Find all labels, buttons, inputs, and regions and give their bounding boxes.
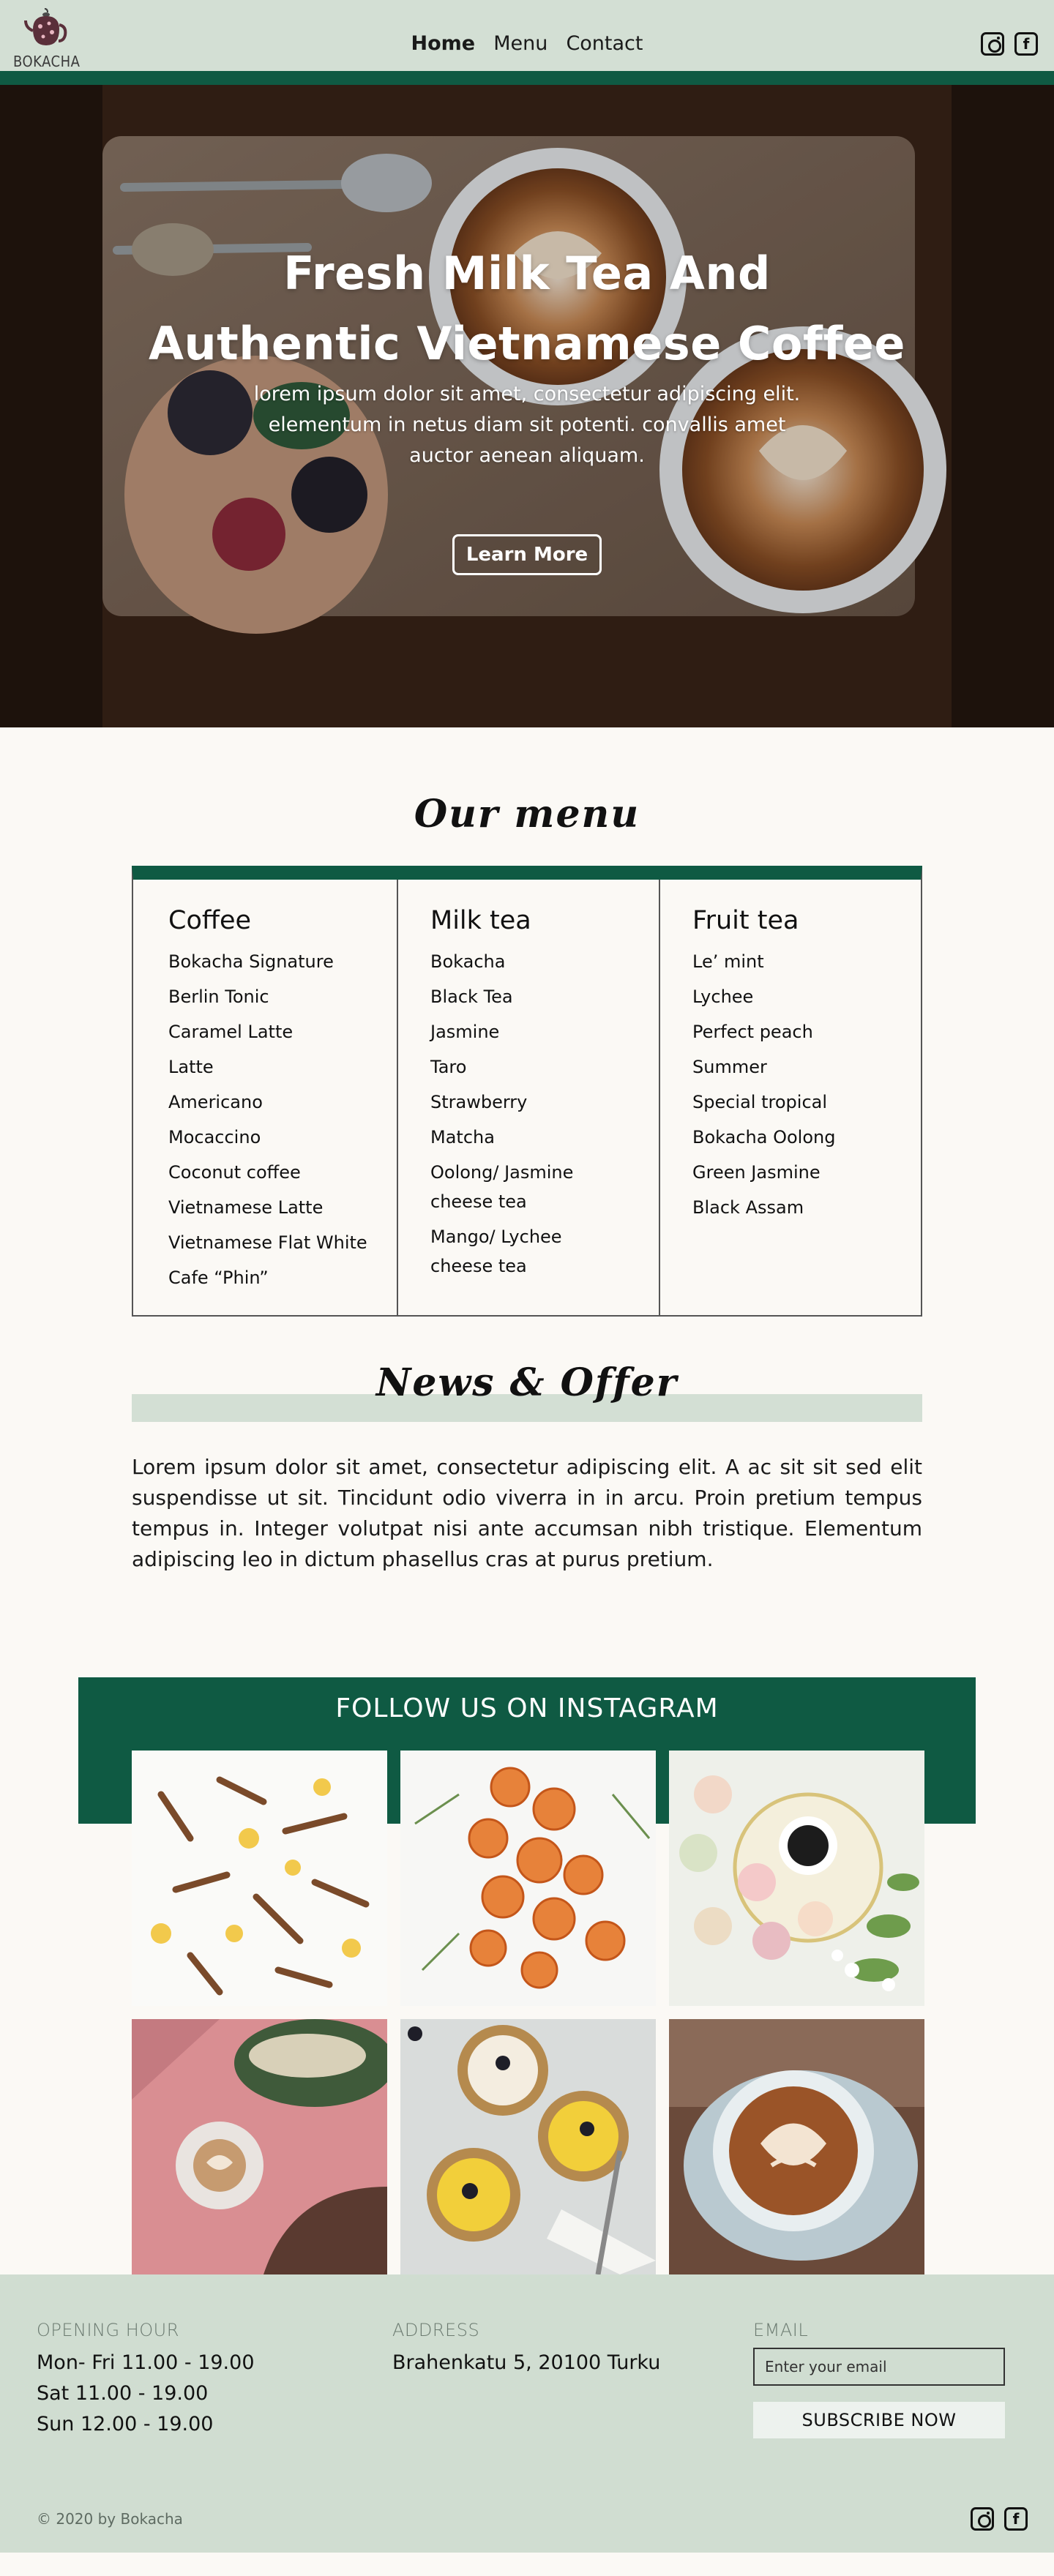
- menu-item: Cafe “Phin”: [168, 1268, 269, 1288]
- menu-item: Black Tea: [430, 986, 513, 1007]
- menu-item: Perfect peach: [692, 1022, 813, 1042]
- menu-item: Summer: [692, 1057, 767, 1077]
- menu-item: Vietnamese Latte: [168, 1197, 324, 1218]
- hero-text: lorem ipsum dolor sit amet, consectetur …: [253, 383, 801, 467]
- menu-item: Green Jasmine: [692, 1162, 821, 1183]
- menu-item: Strawberry: [430, 1092, 528, 1112]
- nav-contact[interactable]: Contact: [566, 32, 643, 55]
- news-section: News & Offer Lorem ipsum dolor sit amet,…: [132, 1360, 922, 1575]
- menu-item: Mango/ Lychee cheese tea: [430, 1227, 562, 1276]
- site-footer: OPENING HOUR Mon- Fri 11.00 - 19.00 Sat …: [0, 2274, 1054, 2553]
- footer-social-links: f: [971, 2507, 1028, 2531]
- news-text: Lorem ipsum dolor sit amet, consectetur …: [132, 1455, 922, 1571]
- facebook-icon[interactable]: f: [1004, 2507, 1028, 2531]
- menu-item: Berlin Tonic: [168, 986, 269, 1007]
- email-input[interactable]: [753, 2348, 1005, 2386]
- menu-section: Our menu Coffee Bokacha Signature Berlin…: [0, 727, 1054, 1317]
- instagram-photo-fruit-tarts[interactable]: [400, 2019, 656, 2274]
- hours-line: Sun 12.00 - 19.00: [37, 2413, 214, 2435]
- nav-home[interactable]: Home: [411, 32, 476, 55]
- address-block: ADDRESS Brahenkatu 5, 20100 Turku: [392, 2320, 660, 2378]
- hero-content: Fresh Milk Tea And Authentic Vietnamese …: [0, 239, 1054, 575]
- menu-item: Jasmine: [430, 1022, 500, 1042]
- menu-heading-coffee: Coffee: [168, 906, 252, 935]
- news-title: News & Offer: [375, 1360, 679, 1405]
- instagram-icon[interactable]: [971, 2507, 994, 2531]
- email-label: EMAIL: [753, 2320, 809, 2340]
- header-stripe: [0, 71, 1054, 85]
- site-header: BOKACHA Home Menu Contact f: [0, 0, 1054, 85]
- menu-item: Vietnamese Flat White: [168, 1232, 367, 1253]
- menu-item: Le’ mint: [692, 951, 764, 972]
- menu-item: Bokacha Oolong: [692, 1127, 836, 1147]
- instagram-icon[interactable]: [981, 32, 1004, 56]
- menu-item: Taro: [430, 1057, 467, 1077]
- hours-line: Sat 11.00 - 19.00: [37, 2382, 209, 2405]
- menu-item: Mocaccino: [168, 1127, 261, 1147]
- facebook-icon[interactable]: f: [1014, 32, 1038, 56]
- menu-column-milk-tea: Milk tea Bokacha Black Tea Jasmine Taro …: [397, 880, 659, 1315]
- menu-box: Coffee Bokacha Signature Berlin Tonic Ca…: [132, 866, 922, 1317]
- instagram-photo-latte-pink[interactable]: [132, 2019, 387, 2274]
- hero-section: Fresh Milk Tea And Authentic Vietnamese …: [0, 85, 1054, 727]
- instagram-grid: [132, 1751, 924, 2274]
- instagram-photo-latte-art[interactable]: [669, 2019, 924, 2274]
- menu-heading-milk-tea: Milk tea: [430, 906, 531, 935]
- instagram-title: FOLLOW US ON INSTAGRAM: [335, 1693, 719, 1723]
- menu-item: Matcha: [430, 1127, 495, 1147]
- learn-more-button[interactable]: Learn More: [452, 534, 602, 575]
- instagram-photo-macarons-coffee[interactable]: [669, 1751, 924, 2006]
- menu-heading-fruit-tea: Fruit tea: [692, 906, 799, 935]
- menu-column-coffee: Coffee Bokacha Signature Berlin Tonic Ca…: [133, 880, 397, 1315]
- instagram-section: FOLLOW US ON INSTAGRAM: [0, 1677, 1054, 2274]
- menu-item: Coconut coffee: [168, 1162, 301, 1183]
- menu-title: Our menu: [414, 792, 640, 836]
- subscribe-button[interactable]: SUBSCRIBE NOW: [753, 2402, 1005, 2438]
- brand-name: BOKACHA: [13, 53, 81, 70]
- hero-title: Fresh Milk Tea And Authentic Vietnamese …: [0, 239, 1054, 379]
- menu-item: Oolong/ Jasmine cheese tea: [430, 1162, 574, 1212]
- copyright: © 2020 by Bokacha: [37, 2510, 183, 2528]
- opening-hours-label: OPENING HOUR: [37, 2320, 179, 2340]
- hero-title-line1: Fresh Milk Tea And: [283, 247, 771, 300]
- menu-item: Caramel Latte: [168, 1022, 294, 1042]
- address-text: Brahenkatu 5, 20100 Turku: [392, 2351, 661, 2374]
- menu-item: Bokacha: [430, 951, 506, 972]
- address-label: ADDRESS: [392, 2320, 480, 2340]
- menu-item: Americano: [168, 1092, 263, 1112]
- menu-item: Bokacha Signature: [168, 951, 334, 972]
- menu-item: Latte: [168, 1057, 214, 1077]
- menu-item: Black Assam: [692, 1197, 804, 1218]
- header-social-links: f: [981, 32, 1038, 56]
- email-block: EMAIL SUBSCRIBE NOW: [753, 2320, 1005, 2438]
- hours-line: Mon- Fri 11.00 - 19.00: [37, 2351, 255, 2374]
- menu-item: Lychee: [692, 986, 754, 1007]
- instagram-photo-dried-oranges[interactable]: [400, 1751, 656, 2006]
- hero-title-line2: Authentic Vietnamese Coffee: [149, 317, 905, 370]
- main-nav: Home Menu Contact: [0, 32, 1054, 55]
- menu-column-fruit-tea: Fruit tea Le’ mint Lychee Perfect peach …: [659, 880, 921, 1315]
- instagram-photo-cinnamon-lemon[interactable]: [132, 1751, 387, 2006]
- opening-hours: OPENING HOUR Mon- Fri 11.00 - 19.00 Sat …: [37, 2320, 255, 2440]
- menu-item: Special tropical: [692, 1092, 828, 1112]
- nav-menu[interactable]: Menu: [493, 32, 547, 55]
